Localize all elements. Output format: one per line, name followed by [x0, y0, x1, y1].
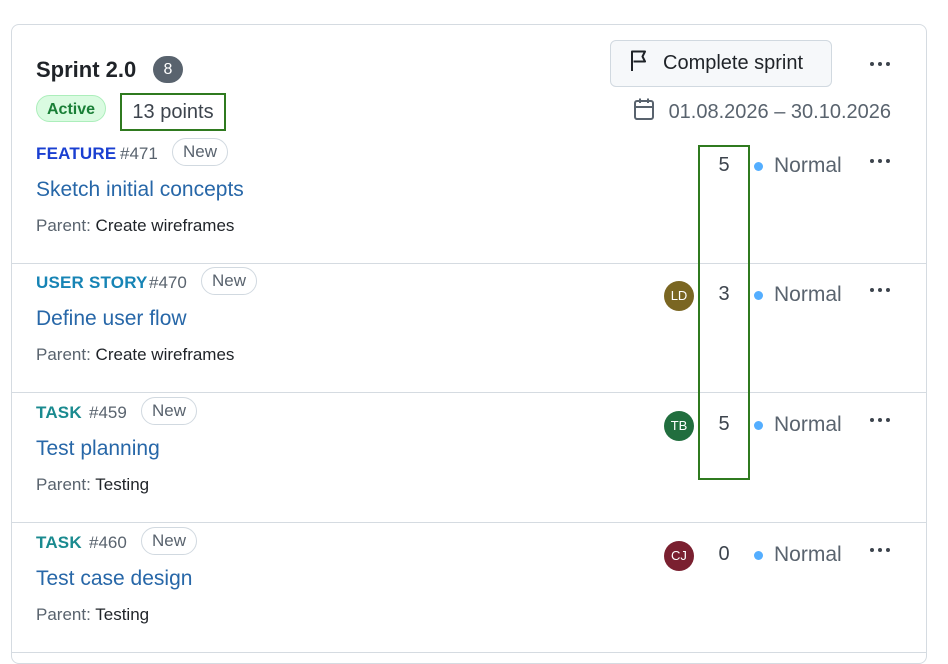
parent-name: Testing: [95, 475, 150, 494]
priority-label: Normal: [774, 413, 842, 436]
priority-label: Normal: [774, 543, 842, 566]
state-badge: New: [141, 397, 198, 425]
list-item: USER STORY #470 New Define user flow Par…: [12, 263, 926, 393]
item-menu-icon[interactable]: [864, 538, 896, 562]
list-item: TASK #460 New Test case design Parent: T…: [12, 523, 926, 653]
estimate: 3: [718, 283, 730, 305]
status-badge: Active: [36, 95, 107, 122]
priority: Normal: [754, 154, 842, 178]
state-badge: New: [141, 527, 198, 555]
estimate: 5: [718, 154, 730, 176]
parent-label: Parent:: [36, 475, 91, 494]
priority-label: Normal: [774, 283, 842, 306]
item-number: #460: [89, 533, 127, 552]
item-type: USER STORY: [36, 273, 148, 292]
priority-dot-icon: [754, 550, 763, 560]
parent-label: Parent:: [36, 345, 91, 364]
item-parent: Parent: Create wireframes: [36, 216, 234, 236]
date-range: 01.08.2026 – 30.10.2026: [668, 100, 891, 123]
item-number: #471: [120, 144, 158, 163]
avatar[interactable]: LD: [664, 281, 694, 311]
item-title-link[interactable]: Test planning: [36, 437, 160, 461]
sprint-title: Sprint 2.0: [36, 57, 137, 82]
item-count-badge: 8: [153, 56, 183, 83]
sprint-panel: Sprint 2.0 8 Active 13 points Complete s…: [11, 24, 927, 664]
priority: Normal: [754, 543, 842, 567]
list-item: TASK #459 New Test planning Parent: Test…: [12, 393, 926, 523]
complete-sprint-label: Complete sprint: [663, 52, 804, 74]
estimate: 5: [718, 413, 730, 435]
complete-sprint-button[interactable]: Complete sprint: [610, 40, 832, 87]
list-item: FEATURE #471 New Sketch initial concepts…: [12, 134, 926, 264]
priority-dot-icon: [754, 420, 763, 430]
item-menu-icon[interactable]: [864, 149, 896, 173]
sprint-points: 13 points: [120, 93, 226, 131]
item-type: TASK: [36, 533, 82, 552]
state-badge: New: [201, 267, 258, 295]
parent-name: Create wireframes: [95, 345, 235, 364]
item-menu-icon[interactable]: [864, 278, 896, 302]
item-parent: Parent: Testing: [36, 605, 149, 625]
avatar[interactable]: TB: [664, 411, 694, 441]
calendar-icon: [633, 97, 655, 127]
item-number: #470: [149, 273, 187, 292]
sprint-menu-icon[interactable]: [864, 52, 896, 76]
priority-dot-icon: [754, 290, 763, 300]
item-title-link[interactable]: Define user flow: [36, 307, 187, 331]
item-parent: Parent: Testing: [36, 475, 149, 495]
item-type: FEATURE: [36, 144, 117, 163]
item-menu-icon[interactable]: [864, 408, 896, 432]
avatar[interactable]: CJ: [664, 541, 694, 571]
parent-name: Create wireframes: [95, 216, 235, 235]
flag-icon: [629, 49, 651, 79]
parent-label: Parent:: [36, 216, 91, 235]
item-number: #459: [89, 403, 127, 422]
item-title-link[interactable]: Test case design: [36, 567, 192, 591]
estimate: 0: [718, 543, 730, 565]
item-title-link[interactable]: Sketch initial concepts: [36, 178, 244, 202]
priority: Normal: [754, 413, 842, 437]
parent-label: Parent:: [36, 605, 91, 624]
priority-label: Normal: [774, 154, 842, 177]
priority-dot-icon: [754, 161, 763, 171]
item-type: TASK: [36, 403, 82, 422]
parent-name: Testing: [95, 605, 150, 624]
priority: Normal: [754, 283, 842, 307]
state-badge: New: [172, 138, 229, 166]
sprint-dates: 01.08.2026 – 30.10.2026: [633, 97, 891, 127]
item-parent: Parent: Create wireframes: [36, 345, 234, 365]
